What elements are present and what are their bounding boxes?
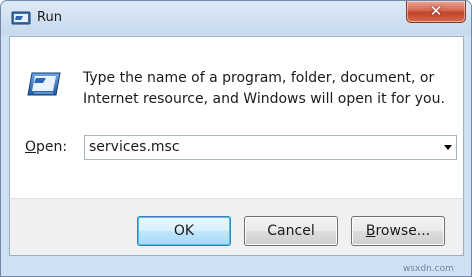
open-label-accelerator: O xyxy=(25,139,37,155)
browse-accelerator: B xyxy=(365,223,376,239)
description-line-1: Type the name of a program, folder, docu… xyxy=(83,70,435,86)
cancel-button[interactable]: Cancel xyxy=(244,216,338,246)
browse-button[interactable]: Browse... xyxy=(351,216,445,246)
dialog-content: Type the name of a program, folder, docu… xyxy=(9,36,464,198)
dialog-description: Type the name of a program, folder, docu… xyxy=(83,68,453,110)
close-button[interactable]: ✕ xyxy=(406,1,466,23)
watermark: wsxdn.com xyxy=(403,264,454,274)
ok-button[interactable]: OK xyxy=(137,216,231,246)
run-dialog-window: Run ✕ Type the name of a program, folder… xyxy=(0,0,472,277)
description-line-2: Internet resource, and Windows will open… xyxy=(83,91,445,107)
open-label-text: pen: xyxy=(36,139,68,155)
close-icon: ✕ xyxy=(429,2,443,20)
button-bar: OK Cancel Browse... xyxy=(9,198,464,256)
dropdown-arrow-icon[interactable] xyxy=(444,145,452,150)
window-title: Run xyxy=(37,10,62,25)
open-label: Open: xyxy=(25,139,67,155)
run-app-icon xyxy=(11,11,31,25)
open-input[interactable]: services.msc xyxy=(89,139,180,155)
run-icon xyxy=(27,72,61,96)
open-combobox[interactable]: services.msc xyxy=(84,135,457,160)
browse-label: rowse... xyxy=(375,223,431,239)
title-bar[interactable]: Run ✕ xyxy=(1,1,471,35)
